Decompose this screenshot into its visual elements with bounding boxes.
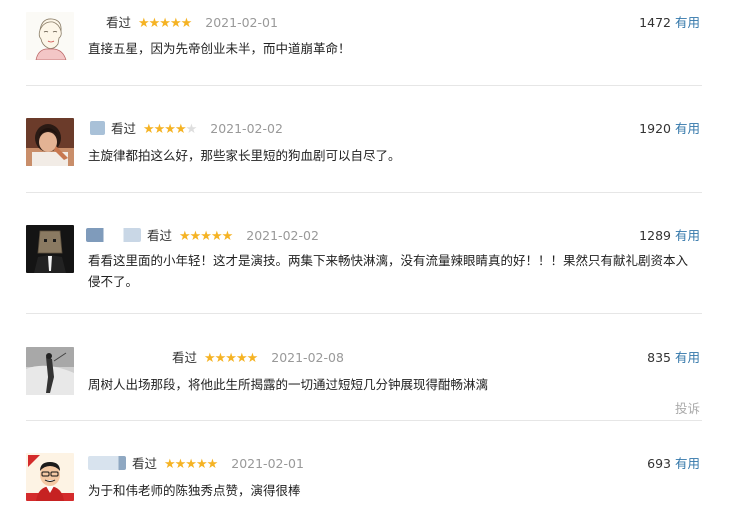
watched-status: 看过 (110, 121, 136, 136)
review-text: 看看这里面的小年轻！这才是演技。两集下来畅快淋漓，没有流量辣眼睛真的好！！！果然… (88, 253, 689, 289)
review-meta: 看过 ★★★★★ 2021-02-08 (90, 350, 344, 367)
divider (26, 313, 702, 314)
divider (26, 420, 702, 421)
user-avatar[interactable] (26, 118, 74, 166)
filled-stars: ★★★★ (142, 122, 187, 137)
watched-status: 看过 (146, 228, 172, 243)
review-date: 2021-02-02 (246, 228, 319, 243)
useful-button[interactable]: 有用 (675, 456, 700, 471)
vote-count: 1472 (639, 15, 671, 30)
review-date: 2021-02-01 (231, 456, 304, 471)
blurred-username[interactable] (86, 228, 141, 242)
review-date: 2021-02-01 (205, 15, 278, 30)
watched-status: 看过 (106, 15, 132, 30)
rating-stars: ★★★★★ (163, 457, 218, 472)
vote-count: 1289 (639, 228, 671, 243)
useful-button[interactable]: 有用 (675, 228, 700, 243)
vote-area: 693 有用 (647, 456, 700, 472)
review-text: 直接五星，因为先帝创业未半，而中道崩革命！ (88, 41, 351, 56)
review-meta: 看过 ★★★★★ 2021-02-01 (88, 456, 304, 473)
vote-area: 1289 有用 (639, 228, 700, 244)
user-avatar[interactable] (26, 225, 74, 273)
user-avatar[interactable] (26, 453, 74, 501)
review-date: 2021-02-02 (210, 121, 283, 136)
divider (26, 192, 702, 193)
blurred-username[interactable] (90, 350, 166, 364)
report-button[interactable]: 投诉 (675, 398, 700, 417)
empty-star: ★ (185, 122, 198, 137)
divider (26, 85, 702, 86)
review-text: 周树人出场那段，将他此生所揭露的一切通过短短几分钟展现得酣畅淋漓 (88, 377, 489, 392)
review-date: 2021-02-08 (271, 350, 344, 365)
rating-stars: ★★★★★ (142, 122, 198, 137)
user-avatar[interactable] (26, 12, 74, 60)
rating-stars: ★★★★★ (138, 16, 192, 31)
rating-stars: ★★★★★ (203, 351, 258, 366)
review-text: 主旋律都拍这么好，那些家长里短的狗血剧可以自尽了。 (88, 148, 401, 163)
vote-area: 1920 有用 (639, 121, 700, 137)
useful-button[interactable]: 有用 (675, 15, 700, 30)
useful-button[interactable]: 有用 (675, 350, 700, 365)
watched-status: 看过 (131, 456, 157, 471)
vote-count: 693 (647, 456, 671, 471)
blurred-username[interactable] (88, 456, 126, 470)
vote-area: 835 有用 (647, 350, 700, 366)
vote-count: 1920 (639, 121, 671, 136)
rating-stars: ★★★★★ (178, 229, 233, 244)
review-meta: 看过 ★★★★★ 2021-02-02 (90, 121, 283, 138)
review-meta: 看过 ★★★★★ 2021-02-01 (106, 15, 278, 32)
review-text: 为于和伟老师的陈独秀点赞，演得很棒 (88, 483, 301, 498)
vote-count: 835 (647, 350, 671, 365)
useful-button[interactable]: 有用 (675, 121, 700, 136)
user-avatar[interactable] (26, 347, 74, 395)
review-meta: 看过 ★★★★★ 2021-02-02 (86, 228, 319, 245)
watched-status: 看过 (171, 350, 197, 365)
vote-area: 1472 有用 (639, 15, 700, 31)
blurred-username[interactable] (90, 121, 105, 135)
